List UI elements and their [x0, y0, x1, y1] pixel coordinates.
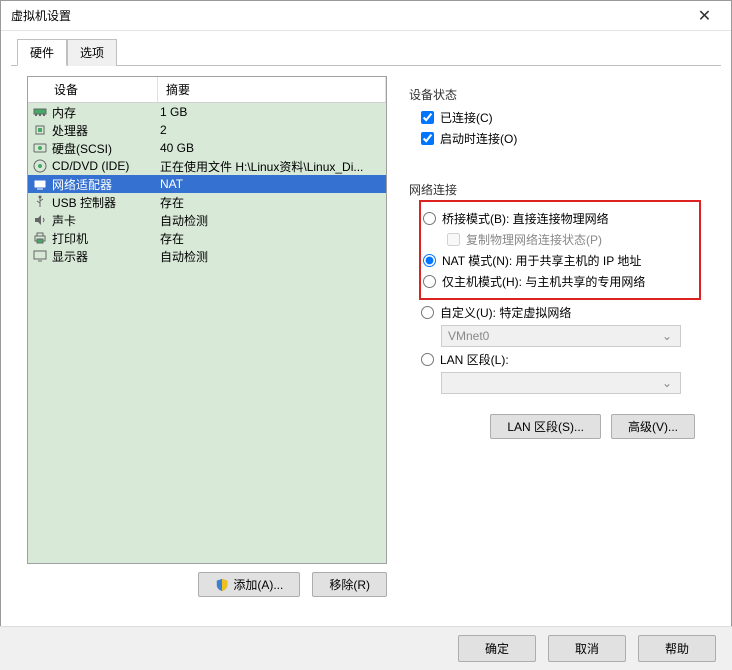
left-panel: 设备 摘要 内存1 GB处理器2硬盘(SCSI)40 GBCD/DVD (IDE… — [27, 76, 387, 605]
hostonly-radio[interactable] — [423, 275, 436, 288]
connect-at-power-label: 启动时连接(O) — [440, 130, 517, 147]
add-button[interactable]: 添加(A)... — [198, 572, 300, 597]
device-name: 声卡 — [52, 212, 160, 229]
nat-label: NAT 模式(N): 用于共享主机的 IP 地址 — [442, 252, 641, 269]
device-list: 设备 摘要 内存1 GB处理器2硬盘(SCSI)40 GBCD/DVD (IDE… — [27, 76, 387, 564]
device-name: 处理器 — [52, 122, 160, 139]
connected-checkbox-row[interactable]: 已连接(C) — [421, 109, 699, 126]
left-buttons: 添加(A)... 移除(R) — [27, 564, 387, 605]
connect-at-power-row[interactable]: 启动时连接(O) — [421, 130, 699, 147]
device-name: 内存 — [52, 104, 160, 121]
network-legend: 网络连接 — [409, 181, 699, 198]
nat-radio[interactable] — [423, 254, 436, 267]
bridged-label: 桥接模式(B): 直接连接物理网络 — [442, 210, 609, 227]
titlebar: 虚拟机设置 ✕ — [1, 1, 731, 31]
bridged-radio[interactable] — [423, 212, 436, 225]
replicate-checkbox — [447, 233, 460, 246]
connected-checkbox[interactable] — [421, 111, 434, 124]
device-row-net[interactable]: 网络适配器NAT — [28, 175, 386, 193]
cd-icon — [32, 158, 48, 174]
device-row-usb[interactable]: USB 控制器存在 — [28, 193, 386, 211]
cpu-icon — [32, 122, 48, 138]
custom-radio[interactable] — [421, 306, 434, 319]
highlight-box: 桥接模式(B): 直接连接物理网络 复制物理网络连接状态(P) NAT 模式(N… — [419, 200, 701, 300]
connected-label: 已连接(C) — [440, 109, 493, 126]
bridged-radio-row[interactable]: 桥接模式(B): 直接连接物理网络 — [423, 210, 697, 227]
hostonly-label: 仅主机模式(H): 与主机共享的专用网络 — [442, 273, 645, 290]
dialog-footer: 确定 取消 帮助 — [0, 626, 732, 670]
device-name: CD/DVD (IDE) — [52, 159, 160, 173]
device-name: 打印机 — [52, 230, 160, 247]
custom-label: 自定义(U): 特定虚拟网络 — [440, 304, 571, 321]
lan-segment-radio[interactable] — [421, 353, 434, 366]
usb-icon — [32, 194, 48, 210]
network-buttons: LAN 区段(S)... 高级(V)... — [409, 414, 699, 439]
right-panel: 设备状态 已连接(C) 启动时连接(O) 网络连接 桥接模式(B): 直接连接 — [399, 76, 709, 605]
device-status-group: 设备状态 已连接(C) 启动时连接(O) — [399, 80, 709, 161]
device-row-memory[interactable]: 内存1 GB — [28, 103, 386, 121]
replicate-label: 复制物理网络连接状态(P) — [466, 231, 602, 248]
net-icon — [32, 176, 48, 192]
ok-button[interactable]: 确定 — [458, 635, 536, 662]
device-summary: 正在使用文件 H:\Linux资料\Linux_Di... — [160, 158, 382, 175]
display-icon — [32, 248, 48, 264]
printer-icon — [32, 230, 48, 246]
device-name: 硬盘(SCSI) — [52, 140, 160, 157]
lan-segment-radio-row[interactable]: LAN 区段(L): — [421, 351, 699, 368]
device-row-disk[interactable]: 硬盘(SCSI)40 GB — [28, 139, 386, 157]
lan-segment-label: LAN 区段(L): — [440, 351, 509, 368]
tab-hardware[interactable]: 硬件 — [17, 39, 67, 66]
nat-radio-row[interactable]: NAT 模式(N): 用于共享主机的 IP 地址 — [423, 252, 697, 269]
device-summary: NAT — [160, 177, 382, 191]
shield-icon — [215, 578, 229, 592]
help-button[interactable]: 帮助 — [638, 635, 716, 662]
remove-button[interactable]: 移除(R) — [312, 572, 387, 597]
hostonly-radio-row[interactable]: 仅主机模式(H): 与主机共享的专用网络 — [423, 273, 697, 290]
device-row-sound[interactable]: 声卡自动检测 — [28, 211, 386, 229]
device-summary: 存在 — [160, 194, 382, 211]
lan-segments-button[interactable]: LAN 区段(S)... — [490, 414, 601, 439]
add-button-label: 添加(A)... — [233, 576, 283, 593]
device-name: 显示器 — [52, 248, 160, 265]
advanced-button[interactable]: 高级(V)... — [611, 414, 695, 439]
connect-at-power-checkbox[interactable] — [421, 132, 434, 145]
device-row-printer[interactable]: 打印机存在 — [28, 229, 386, 247]
sound-icon — [32, 212, 48, 228]
list-header: 设备 摘要 — [28, 77, 386, 103]
device-summary: 40 GB — [160, 141, 382, 155]
device-summary: 自动检测 — [160, 212, 382, 229]
memory-icon — [32, 104, 48, 120]
device-summary: 2 — [160, 123, 382, 137]
tab-options[interactable]: 选项 — [67, 39, 117, 66]
device-row-cpu[interactable]: 处理器2 — [28, 121, 386, 139]
disk-icon — [32, 140, 48, 156]
replicate-row: 复制物理网络连接状态(P) — [423, 231, 697, 248]
lan-segment-select — [441, 372, 681, 394]
tab-strip: 硬件 选项 — [1, 31, 731, 65]
custom-radio-row[interactable]: 自定义(U): 特定虚拟网络 — [421, 304, 699, 321]
window-title: 虚拟机设置 — [11, 7, 682, 24]
device-summary: 自动检测 — [160, 248, 382, 265]
header-summary: 摘要 — [158, 77, 386, 102]
device-name: 网络适配器 — [52, 176, 160, 193]
network-connection-group: 网络连接 桥接模式(B): 直接连接物理网络 复制物理网络连接状态(P) NAT… — [399, 175, 709, 449]
device-row-display[interactable]: 显示器自动检测 — [28, 247, 386, 265]
device-summary: 1 GB — [160, 105, 382, 119]
custom-select: VMnet0 — [441, 325, 681, 347]
content-area: 设备 摘要 内存1 GB处理器2硬盘(SCSI)40 GBCD/DVD (IDE… — [11, 65, 721, 613]
device-row-cd[interactable]: CD/DVD (IDE)正在使用文件 H:\Linux资料\Linux_Di..… — [28, 157, 386, 175]
header-device: 设备 — [28, 77, 158, 102]
device-status-legend: 设备状态 — [409, 86, 699, 103]
device-summary: 存在 — [160, 230, 382, 247]
close-button[interactable]: ✕ — [682, 2, 727, 30]
cancel-button[interactable]: 取消 — [548, 635, 626, 662]
device-name: USB 控制器 — [52, 194, 160, 211]
